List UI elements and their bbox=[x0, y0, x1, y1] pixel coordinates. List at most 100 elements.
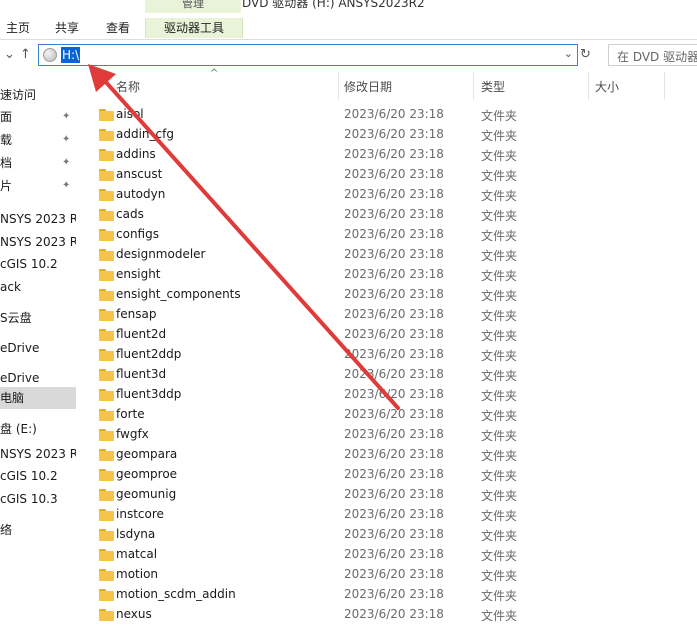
pin-icon: ✦ bbox=[62, 157, 71, 168]
column-divider[interactable] bbox=[473, 72, 474, 100]
sidebar-item-label: S云盘 bbox=[0, 311, 32, 325]
file-type: 文件夹 bbox=[481, 369, 518, 383]
file-type: 文件夹 bbox=[481, 269, 518, 283]
file-type: 文件夹 bbox=[481, 469, 518, 483]
window-title: DVD 驱动器 (H:) ANSYS2023R2 bbox=[242, 0, 425, 10]
table-row[interactable]: fluent3d 2023/6/20 23:18 文件夹 bbox=[88, 365, 697, 385]
file-name: instcore bbox=[116, 507, 164, 521]
sidebar-item[interactable]: 档 ✦ bbox=[0, 152, 76, 174]
file-date: 2023/6/20 23:18 bbox=[344, 407, 444, 421]
table-row[interactable]: fluent2ddp 2023/6/20 23:18 文件夹 bbox=[88, 345, 697, 365]
sidebar-item[interactable]: cGIS 10.2 bbox=[0, 465, 76, 487]
table-row[interactable]: aisol 2023/6/20 23:18 文件夹 bbox=[88, 105, 697, 125]
sidebar-item[interactable]: NSYS 2023 R2 bbox=[0, 231, 76, 253]
file-type: 文件夹 bbox=[481, 209, 518, 223]
file-type: 文件夹 bbox=[481, 229, 518, 243]
file-name: ensight bbox=[116, 267, 161, 281]
file-name: geompara bbox=[116, 447, 178, 461]
file-date: 2023/6/20 23:18 bbox=[344, 587, 444, 601]
file-name: anscust bbox=[116, 167, 163, 181]
folder-icon bbox=[99, 289, 114, 301]
file-type: 文件夹 bbox=[481, 189, 518, 203]
table-row[interactable]: geomunig 2023/6/20 23:18 文件夹 bbox=[88, 485, 697, 505]
tab-share[interactable]: 共享 bbox=[55, 18, 79, 38]
table-row[interactable]: anscust 2023/6/20 23:18 文件夹 bbox=[88, 165, 697, 185]
table-row[interactable]: lsdyna 2023/6/20 23:18 文件夹 bbox=[88, 525, 697, 545]
sidebar-item[interactable]: 面 ✦ bbox=[0, 106, 76, 128]
sidebar-item[interactable]: eDrive bbox=[0, 367, 76, 389]
table-row[interactable]: ensight 2023/6/20 23:18 文件夹 bbox=[88, 265, 697, 285]
file-name: motion bbox=[116, 567, 159, 581]
table-row[interactable]: configs 2023/6/20 23:18 文件夹 bbox=[88, 225, 697, 245]
sidebar-item[interactable]: 络 bbox=[0, 519, 76, 541]
sidebar-item[interactable]: eDrive bbox=[0, 337, 76, 359]
column-header-size[interactable]: 大小 bbox=[595, 78, 619, 95]
file-name: fwgfx bbox=[116, 427, 149, 441]
pin-icon: ✦ bbox=[62, 134, 71, 145]
table-row[interactable]: designmodeler 2023/6/20 23:18 文件夹 bbox=[88, 245, 697, 265]
table-row[interactable]: instcore 2023/6/20 23:18 文件夹 bbox=[88, 505, 697, 525]
table-row[interactable]: forte 2023/6/20 23:18 文件夹 bbox=[88, 405, 697, 425]
file-list: ^ 名称 修改日期 类型 大小 aisol 2023/6/20 23:18 文件夹 a… bbox=[88, 68, 697, 629]
sidebar-item[interactable]: cGIS 10.3 bbox=[0, 488, 76, 510]
column-divider[interactable] bbox=[664, 72, 665, 100]
table-row[interactable]: fensap 2023/6/20 23:18 文件夹 bbox=[88, 305, 697, 325]
address-input[interactable]: H:\ ⌄ bbox=[38, 44, 578, 66]
table-row[interactable]: nexus 2023/6/20 23:18 文件夹 bbox=[88, 605, 697, 625]
tab-home[interactable]: 主页 bbox=[6, 18, 30, 38]
file-date: 2023/6/20 23:18 bbox=[344, 327, 444, 341]
table-row[interactable]: cads 2023/6/20 23:18 文件夹 bbox=[88, 205, 697, 225]
table-row[interactable]: addins 2023/6/20 23:18 文件夹 bbox=[88, 145, 697, 165]
sidebar-item[interactable]: NSYS 2023 R2 bbox=[0, 443, 76, 465]
tab-view[interactable]: 查看 bbox=[106, 18, 130, 38]
folder-icon bbox=[99, 249, 114, 261]
address-path[interactable]: H:\ bbox=[61, 47, 81, 63]
column-divider[interactable] bbox=[338, 72, 339, 100]
search-input[interactable]: 在 DVD 驱动器 bbox=[608, 44, 697, 66]
sidebar-item[interactable]: ack bbox=[0, 276, 76, 298]
column-header-date[interactable]: 修改日期 bbox=[344, 78, 392, 95]
sidebar-item-label: 载 bbox=[0, 133, 13, 147]
table-row[interactable]: fluent2d 2023/6/20 23:18 文件夹 bbox=[88, 325, 697, 345]
table-row[interactable]: geompara 2023/6/20 23:18 文件夹 bbox=[88, 445, 697, 465]
file-name: fluent2d bbox=[116, 327, 167, 341]
ribbon-divider bbox=[0, 39, 697, 40]
table-row[interactable]: matcal 2023/6/20 23:18 文件夹 bbox=[88, 545, 697, 565]
file-date: 2023/6/20 23:18 bbox=[344, 227, 444, 241]
file-name: fluent2ddp bbox=[116, 347, 182, 361]
file-name: motion_scdm_addin bbox=[116, 587, 236, 601]
sidebar-item[interactable]: 盘 (E:) bbox=[0, 418, 76, 440]
column-divider[interactable] bbox=[588, 72, 589, 100]
file-name: geomunig bbox=[116, 487, 177, 501]
table-row[interactable]: motion 2023/6/20 23:18 文件夹 bbox=[88, 565, 697, 585]
table-row[interactable]: addin_cfg 2023/6/20 23:18 文件夹 bbox=[88, 125, 697, 145]
sidebar-item[interactable]: 载 ✦ bbox=[0, 129, 76, 151]
table-row[interactable]: fwgfx 2023/6/20 23:18 文件夹 bbox=[88, 425, 697, 445]
up-arrow-icon[interactable]: ↑ bbox=[20, 47, 31, 62]
refresh-icon[interactable]: ↻ bbox=[580, 47, 591, 62]
chevron-down-icon[interactable]: ⌄ bbox=[564, 47, 573, 60]
sidebar-item[interactable]: 片 ✦ bbox=[0, 175, 76, 197]
table-row[interactable]: fluent3ddp 2023/6/20 23:18 文件夹 bbox=[88, 385, 697, 405]
file-name: ensight_components bbox=[116, 287, 241, 301]
sidebar-item[interactable]: 电脑 bbox=[0, 387, 76, 409]
tab-drive-tools[interactable]: 驱动器工具 bbox=[145, 18, 243, 38]
sidebar-item[interactable]: cGIS 10.2 bbox=[0, 253, 76, 275]
table-row[interactable]: motion_scdm_addin 2023/6/20 23:18 文件夹 bbox=[88, 585, 697, 605]
file-date: 2023/6/20 23:18 bbox=[344, 147, 444, 161]
folder-icon bbox=[99, 129, 114, 141]
table-row[interactable]: geomproe 2023/6/20 23:18 文件夹 bbox=[88, 465, 697, 485]
sidebar-item[interactable]: S云盘 bbox=[0, 307, 76, 329]
ribbon: DVD 驱动器 (H:) ANSYS2023R2 管理 主页 共享 查看 驱动器… bbox=[0, 0, 697, 40]
file-name: lsdyna bbox=[116, 527, 156, 541]
column-header-type[interactable]: 类型 bbox=[481, 78, 505, 95]
folder-icon bbox=[99, 209, 114, 221]
folder-icon bbox=[99, 109, 114, 121]
sidebar-item[interactable]: 速访问 bbox=[0, 84, 76, 106]
file-type: 文件夹 bbox=[481, 529, 518, 543]
recent-locations-chevron-icon[interactable]: ⌄ bbox=[4, 47, 15, 62]
table-row[interactable]: autodyn 2023/6/20 23:18 文件夹 bbox=[88, 185, 697, 205]
sidebar-item[interactable]: NSYS 2023 R2 bbox=[0, 208, 76, 230]
column-header-name[interactable]: 名称 bbox=[116, 78, 140, 95]
table-row[interactable]: ensight_components 2023/6/20 23:18 文件夹 bbox=[88, 285, 697, 305]
